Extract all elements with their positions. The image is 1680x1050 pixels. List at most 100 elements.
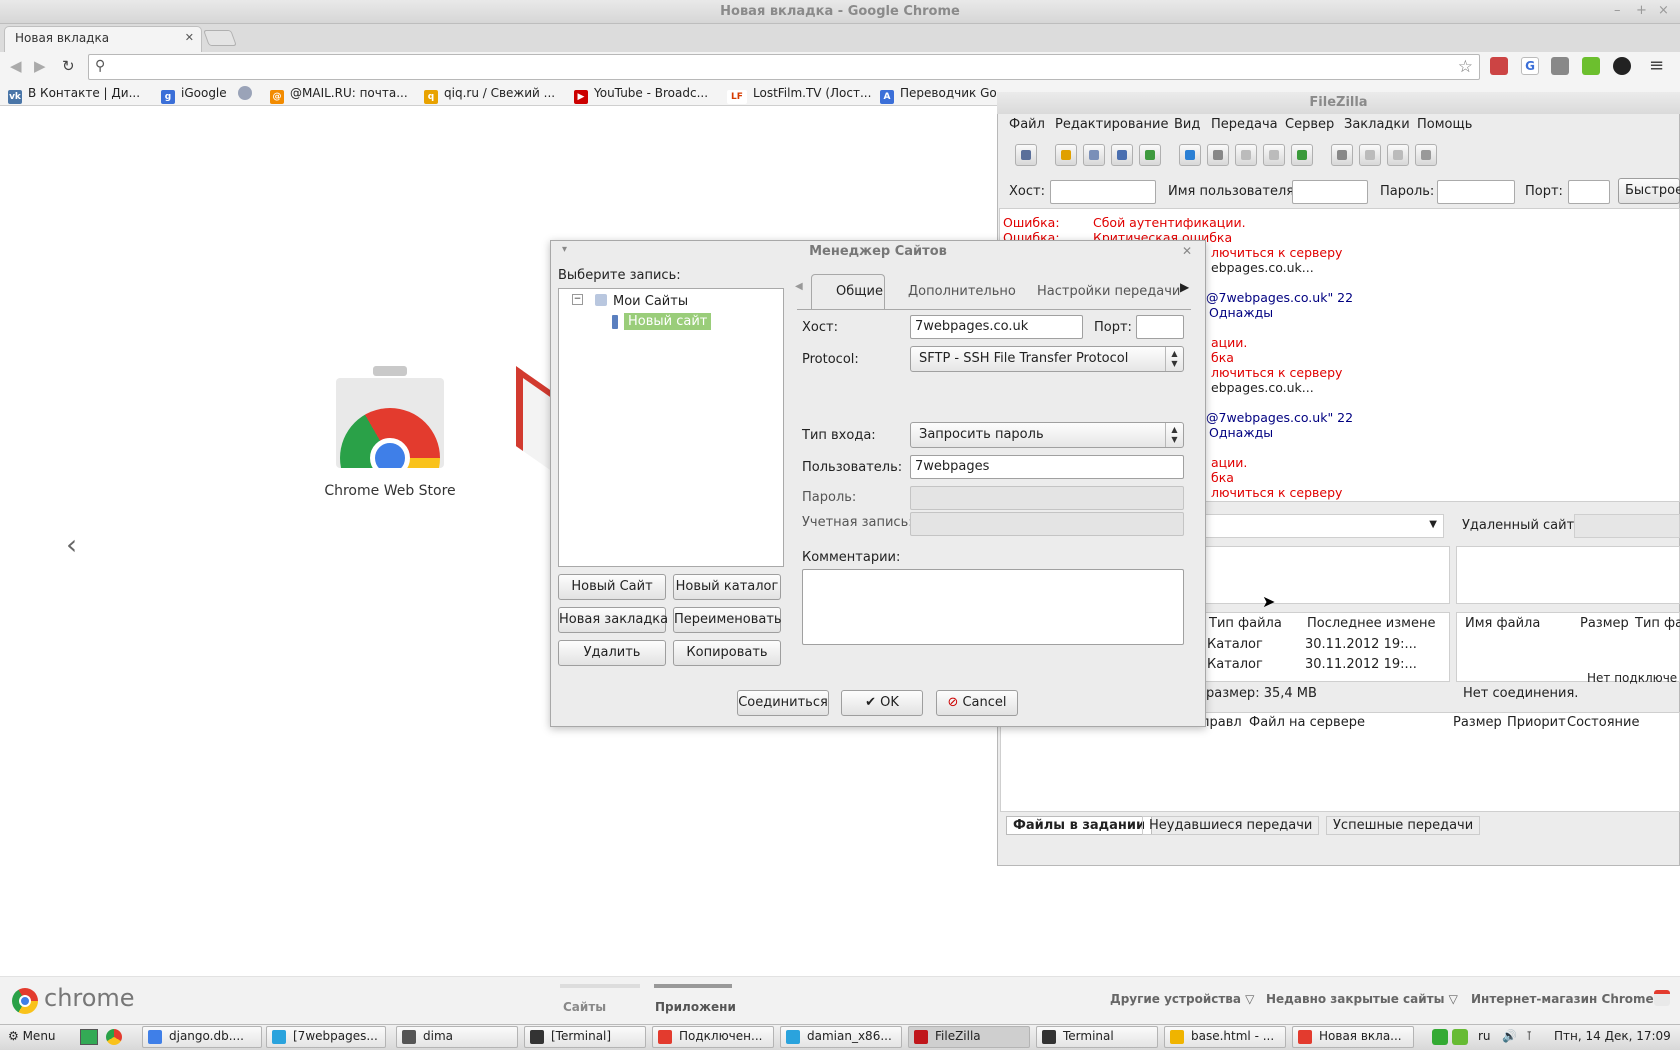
taskbar-item[interactable]: base.html - ... xyxy=(1164,1026,1286,1048)
col-type[interactable]: Тип файла xyxy=(1635,616,1680,631)
google-extension-icon[interactable]: G xyxy=(1521,57,1539,75)
new-site-button[interactable]: Новый Сайт xyxy=(558,574,666,600)
tabs-scroll-left-icon[interactable]: ◀ xyxy=(795,281,803,292)
tab-advanced[interactable]: Дополнительно xyxy=(908,276,1016,308)
taskbar-item[interactable]: [Terminal] xyxy=(524,1026,646,1048)
tab-queued-files[interactable]: Файлы в задании xyxy=(1006,816,1153,835)
col-remote-file[interactable]: Файл на сервере xyxy=(1249,715,1365,730)
bookmark-item[interactable]: A Переводчик Go xyxy=(880,86,997,104)
qc-port-input[interactable] xyxy=(1568,180,1610,204)
bookmark-item[interactable]: vk В Контакте | Ди... xyxy=(8,86,140,104)
ntp-tab-sites[interactable]: Сайты xyxy=(563,1000,606,1014)
menu-file[interactable]: Файл xyxy=(1009,117,1045,132)
tab-failed-transfers[interactable]: Неудавшиеся передачи xyxy=(1142,816,1320,835)
other-devices-link[interactable]: Другие устройства ▽ xyxy=(1110,992,1254,1006)
col-queue-size[interactable]: Размер xyxy=(1453,715,1502,730)
menu-button[interactable]: ⚙ Menu xyxy=(8,1029,56,1043)
refresh-icon[interactable] xyxy=(1179,144,1201,166)
bookmark-item[interactable]: q qiq.ru / Свежий ... xyxy=(424,86,555,104)
quickconnect-button[interactable]: Быстрое xyxy=(1618,178,1680,204)
reconnect-icon[interactable] xyxy=(1291,144,1313,166)
dir-listing-filter-icon[interactable] xyxy=(1331,144,1353,166)
col-filetype[interactable]: Тип файла xyxy=(1209,616,1282,631)
chrome-launcher-icon[interactable] xyxy=(106,1029,122,1045)
logon-type-select[interactable]: Запросить пароль ▲ ▼ xyxy=(910,422,1184,448)
process-queue-icon[interactable] xyxy=(1207,144,1229,166)
ok-button[interactable]: ✔ OK xyxy=(841,690,923,716)
bookmark-item[interactable]: LF LostFilm.TV (Лост... xyxy=(727,86,871,104)
keyboard-layout[interactable]: ru xyxy=(1478,1029,1491,1043)
qc-user-input[interactable] xyxy=(1292,180,1368,204)
qc-host-input[interactable] xyxy=(1050,180,1156,204)
taskbar-item[interactable]: damian_x86... xyxy=(780,1026,902,1048)
tab-transfer-settings[interactable]: Настройки передачи xyxy=(1037,276,1180,308)
app-label[interactable]: Chrome Web Store xyxy=(300,483,480,499)
collapse-icon[interactable]: − xyxy=(572,294,583,305)
taskbar-item[interactable]: Подключен... xyxy=(652,1026,774,1048)
tree-site-item[interactable]: Новый сайт xyxy=(624,313,712,330)
dialog-menu-icon[interactable]: ▾ xyxy=(562,244,567,255)
chrome-menu-icon[interactable]: ≡ xyxy=(1649,55,1664,76)
port-input[interactable] xyxy=(1136,315,1184,339)
show-desktop-icon[interactable] xyxy=(80,1029,98,1045)
menu-help[interactable]: Помощь xyxy=(1417,117,1472,132)
forward-icon[interactable]: ▶ xyxy=(34,57,46,75)
menu-bookmarks[interactable]: Закладки xyxy=(1344,117,1410,132)
copy-button[interactable]: Копировать xyxy=(673,640,781,666)
shield-tray-icon[interactable] xyxy=(1452,1029,1468,1045)
web-store-link[interactable]: Интернет-магазин Chrome xyxy=(1471,992,1654,1006)
sync-browse-icon[interactable] xyxy=(1359,144,1381,166)
back-icon[interactable]: ◀ xyxy=(10,57,22,75)
row-type[interactable]: Каталог xyxy=(1207,637,1263,652)
transfer-queue[interactable]: правл Файл на сервере Размер Приорит Сос… xyxy=(1000,712,1680,812)
minimize-icon[interactable]: – xyxy=(1614,3,1621,18)
message-log-icon[interactable] xyxy=(1055,144,1077,166)
taskbar-item[interactable]: Новая вкла... xyxy=(1292,1026,1414,1048)
col-direction[interactable]: правл xyxy=(1201,715,1242,730)
col-status[interactable]: Состояние xyxy=(1567,715,1639,730)
mail-checker-icon[interactable] xyxy=(1551,57,1569,75)
bookmark-item[interactable]: g iGoogle xyxy=(161,86,227,104)
flag-extension-icon[interactable] xyxy=(1490,57,1508,75)
connect-button[interactable]: Соединиться xyxy=(737,690,829,716)
dialog-close-icon[interactable]: ✕ xyxy=(1182,244,1192,258)
qc-pass-input[interactable] xyxy=(1437,180,1515,204)
disconnect-icon[interactable] xyxy=(1263,144,1285,166)
update-tray-icon[interactable] xyxy=(1432,1029,1448,1045)
network-icon[interactable]: ⊺ xyxy=(1526,1029,1532,1043)
rename-button[interactable]: Переименовать xyxy=(673,607,782,633)
remote-path-combo[interactable] xyxy=(1574,514,1680,538)
cancel-button[interactable]: ⊘ Cancel xyxy=(936,690,1018,716)
col-size[interactable]: Размер xyxy=(1580,616,1629,631)
bookmark-item[interactable] xyxy=(238,86,258,101)
reload-icon[interactable]: ↻ xyxy=(62,57,75,75)
menu-transfer[interactable]: Передача xyxy=(1211,117,1278,132)
prev-page-arrow[interactable]: ‹ xyxy=(66,528,77,561)
col-priority[interactable]: Приорит xyxy=(1507,715,1566,730)
address-bar[interactable]: ⚲ ☆ xyxy=(88,54,1480,80)
clock[interactable]: Птн, 14 Дек, 17:09 xyxy=(1554,1029,1671,1043)
tab-general[interactable]: Общие xyxy=(836,276,883,308)
account-input[interactable] xyxy=(910,512,1184,536)
local-dir-tree[interactable] xyxy=(1204,546,1450,604)
row-date[interactable]: 30.11.2012 19:... xyxy=(1305,637,1417,652)
volume-icon[interactable]: 🔊 xyxy=(1502,1029,1517,1043)
menu-server[interactable]: Сервер xyxy=(1285,117,1334,132)
new-bookmark-button[interactable]: Новая закладка xyxy=(558,607,668,633)
local-file-list[interactable]: Тип файла Последнее измене Каталог 30.11… xyxy=(1204,612,1450,682)
menu-edit[interactable]: Редактирование xyxy=(1055,117,1168,132)
site-manager-icon[interactable] xyxy=(1015,144,1037,166)
taskbar-item[interactable]: dima xyxy=(396,1026,518,1048)
local-tree-icon[interactable] xyxy=(1083,144,1105,166)
protocol-select[interactable]: SFTP - SSH File Transfer Protocol ▲ ▼ xyxy=(910,346,1184,372)
bookmark-star-icon[interactable]: ☆ xyxy=(1458,57,1473,77)
taskbar-item-active[interactable]: FileZilla xyxy=(908,1026,1030,1048)
col-modified[interactable]: Последнее измене xyxy=(1307,616,1435,631)
recently-closed-link[interactable]: Недавно закрытые сайты ▽ xyxy=(1266,992,1458,1006)
new-tab-button[interactable] xyxy=(203,30,237,46)
taskbar-item[interactable]: django.db.... xyxy=(142,1026,262,1048)
remote-tree-icon[interactable] xyxy=(1111,144,1133,166)
web-store-small-icon[interactable] xyxy=(1654,990,1670,1006)
host-input[interactable]: 7webpages.co.uk xyxy=(910,315,1083,339)
taskbar-item[interactable]: [7webpages... xyxy=(266,1026,386,1048)
